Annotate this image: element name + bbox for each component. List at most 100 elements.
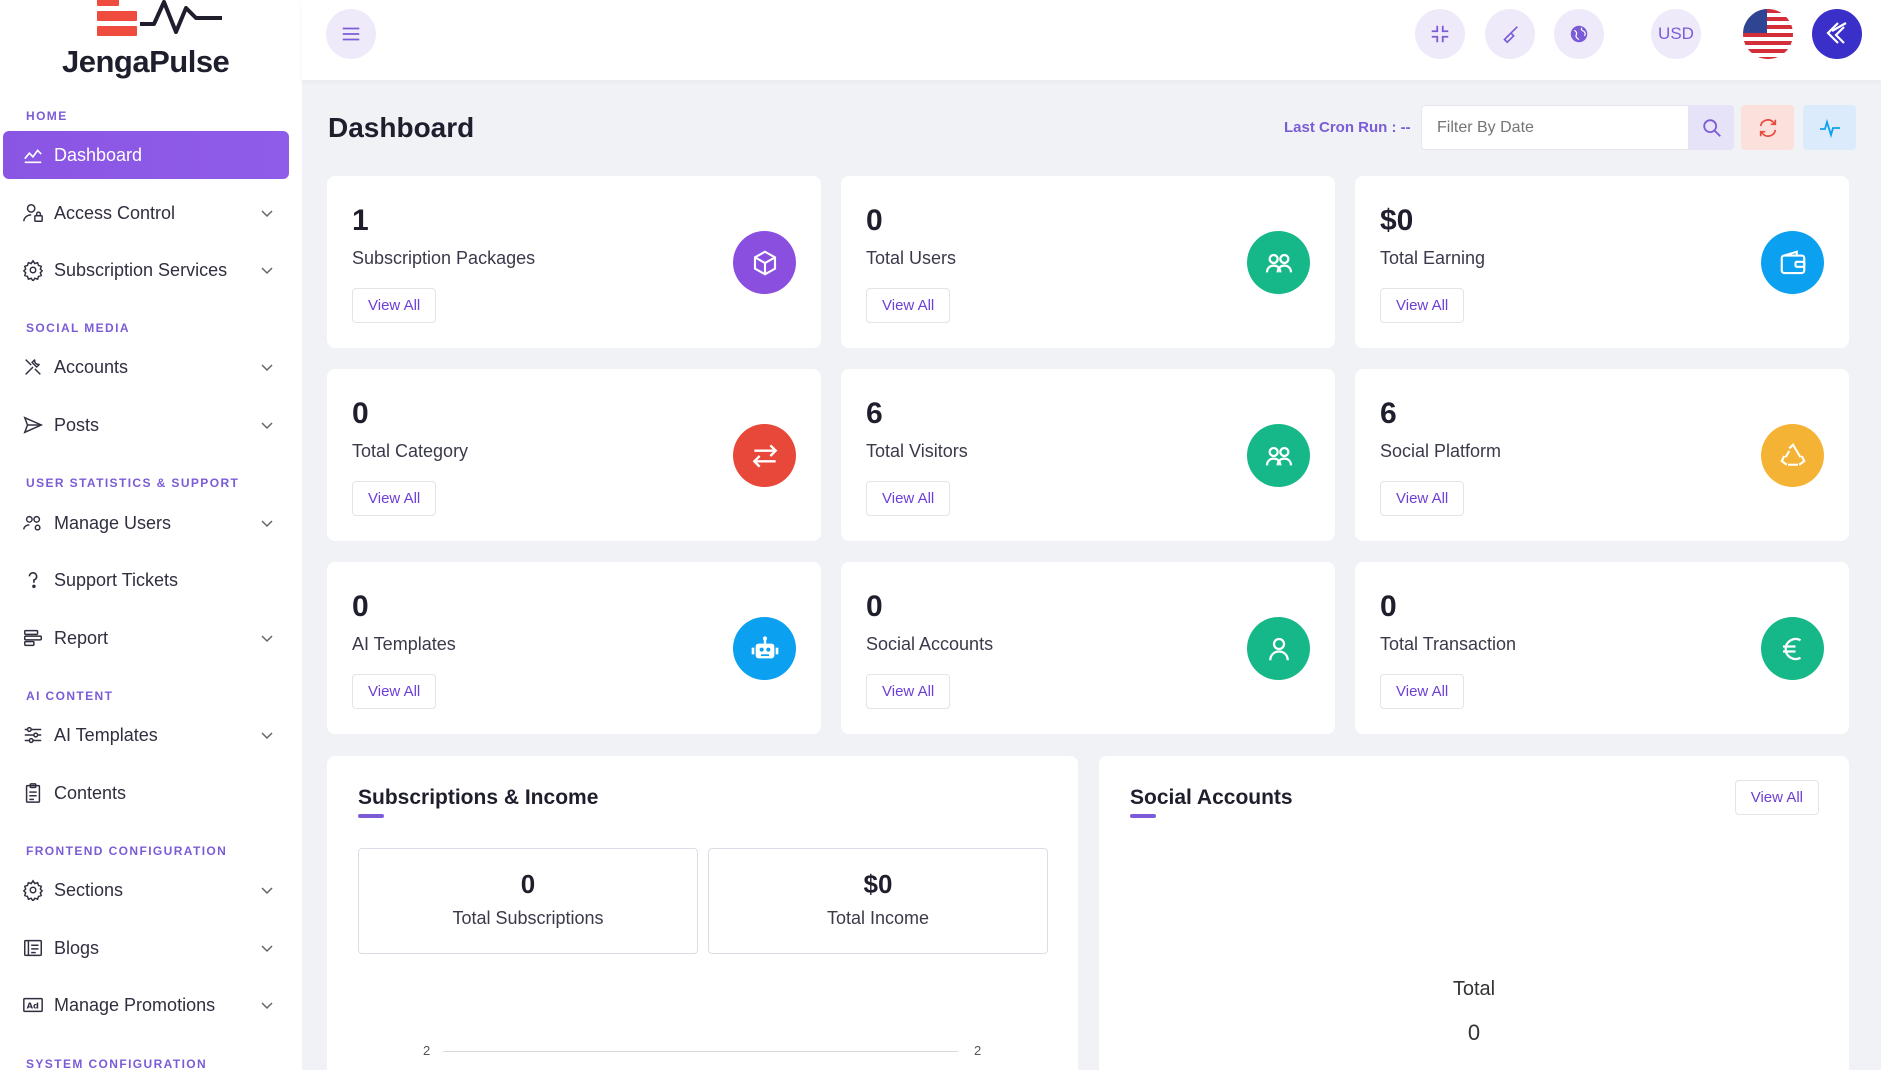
stat-badge: [733, 231, 796, 294]
sidebar-item-label: Contents: [54, 782, 127, 803]
view-all-button[interactable]: View All: [866, 481, 951, 516]
sidebar-item-label: Manage Promotions: [54, 994, 216, 1015]
wallet-icon: [1780, 249, 1805, 274]
chevron-down-icon: [261, 945, 273, 953]
collapse-screen-button[interactable]: [1415, 9, 1465, 59]
search-icon: [1702, 118, 1721, 137]
ad-icon: Ad: [20, 992, 46, 1018]
stat-label: Total Users: [866, 248, 957, 268]
chevron-down-icon: [261, 887, 273, 895]
stat-badge: [1247, 617, 1310, 680]
stat-card-total-visitors: 6 Total Visitors View All: [841, 369, 1335, 541]
title-underline: [358, 814, 384, 818]
total-income-value: $0: [863, 869, 893, 899]
users-gear-icon: [20, 510, 46, 536]
view-all-button[interactable]: View All: [1734, 780, 1819, 815]
stat-value: 0: [352, 590, 369, 623]
user-avatar[interactable]: [1812, 9, 1862, 59]
sidebar-item-ai-templates[interactable]: AI Templates: [3, 711, 289, 759]
sidebar-item-support-tickets[interactable]: Support Tickets: [3, 556, 289, 604]
sidebar-item-accounts[interactable]: Accounts: [3, 343, 289, 391]
sidebar-item-label: Accounts: [54, 356, 129, 377]
sidebar-item-label: Support Tickets: [54, 569, 179, 590]
view-all-button[interactable]: View All: [352, 481, 437, 516]
view-all-button[interactable]: View All: [866, 674, 951, 709]
stat-value: 6: [1380, 397, 1397, 430]
currency-label: USD: [1658, 24, 1694, 43]
clipboard-icon: [20, 780, 46, 806]
sidebar-item-manage-users[interactable]: Manage Users: [3, 499, 289, 547]
chevron-down-icon: [261, 732, 273, 740]
view-all-button[interactable]: View All: [1380, 674, 1465, 709]
sidebar-item-dashboard[interactable]: Dashboard: [3, 131, 289, 179]
view-all-button[interactable]: View All: [866, 288, 951, 323]
topbar: USD: [302, 0, 1881, 80]
hamburger-icon: [342, 27, 360, 41]
sidebar-item-label: Manage Users: [54, 512, 172, 533]
brand-name: JengaPulse: [62, 44, 230, 79]
stat-value: 0: [1380, 590, 1397, 623]
stat-badge: [1761, 617, 1824, 680]
stat-label: Total Visitors: [866, 441, 968, 461]
section-label-social-media: SOCIAL MEDIA: [26, 321, 130, 335]
sidebar-item-sections[interactable]: Sections: [3, 866, 289, 914]
stat-card-ai-templates: 0 AI Templates View All: [327, 562, 821, 734]
sidebar-item-blogs[interactable]: Blogs: [3, 924, 289, 972]
chevron-down-icon: [261, 520, 273, 528]
gear-icon: [20, 257, 46, 283]
sidebar-item-manage-promotions[interactable]: Ad Manage Promotions: [3, 981, 289, 1029]
section-label-frontend-configuration: FRONTEND CONFIGURATION: [26, 844, 228, 858]
date-filter-input[interactable]: [1421, 105, 1689, 150]
sidebar-item-subscription-services[interactable]: Subscription Services: [3, 246, 289, 294]
sidebar: JengaPulse HOME Dashboard Access Control…: [0, 0, 302, 1070]
panel-title: Subscriptions & Income: [358, 786, 599, 809]
refresh-button[interactable]: [1741, 105, 1794, 150]
sidebar-item-label: AI Templates: [54, 724, 158, 745]
tools-icon: [20, 354, 46, 380]
users-icon: [1265, 446, 1292, 465]
newspaper-icon: [20, 935, 46, 961]
pulse-icon: [140, 0, 222, 34]
sidebar-item-posts[interactable]: Posts: [3, 401, 289, 449]
stat-badge: [1761, 231, 1824, 294]
stat-value: 0: [866, 590, 883, 623]
stat-card-total-earning: $0 Total Earning View All: [1355, 176, 1849, 348]
sidebar-item-contents[interactable]: Contents: [3, 769, 289, 817]
stat-badge: [733, 424, 796, 487]
sidebar-item-label: Subscription Services: [54, 259, 228, 280]
menu-toggle-button[interactable]: [326, 9, 376, 59]
view-all-button[interactable]: View All: [352, 674, 437, 709]
chevron-down-icon: [261, 210, 273, 218]
cube-icon: [753, 250, 776, 275]
sidebar-item-access-control[interactable]: Access Control: [3, 189, 289, 237]
stat-card-total-transaction: 0 Total Transaction View All: [1355, 562, 1849, 734]
section-label-system-configuration: SYSTEM CONFIGURATION: [26, 1057, 208, 1070]
total-subscriptions-value: 0: [520, 869, 536, 899]
stat-card-social-accounts: 0 Social Accounts View All: [841, 562, 1335, 734]
view-all-button[interactable]: View All: [1380, 288, 1465, 323]
view-all-button[interactable]: View All: [1380, 481, 1465, 516]
us-flag-avatar[interactable]: [1743, 9, 1793, 59]
cron-pulse-button[interactable]: [1803, 105, 1856, 150]
language-button[interactable]: [1554, 9, 1604, 59]
report-icon: [20, 625, 46, 651]
user-icon: [1268, 637, 1289, 660]
stat-value: 0: [866, 204, 883, 237]
chevron-down-icon: [261, 1002, 273, 1010]
stat-label: Social Accounts: [866, 634, 994, 654]
total-income-box: $0 Total Income: [708, 848, 1048, 954]
subscriptions-income-panel: Subscriptions & Income 0 Total Subscript…: [327, 756, 1078, 1070]
social-total-value: 0: [1467, 1020, 1481, 1045]
stat-label: Total Category: [352, 441, 469, 461]
clear-cache-button[interactable]: [1485, 9, 1535, 59]
total-subscriptions-box: 0 Total Subscriptions: [358, 848, 698, 954]
stat-card-subscription-packages: 1 Subscription Packages View All: [327, 176, 821, 348]
sidebar-item-report[interactable]: Report: [3, 614, 289, 662]
currency-button[interactable]: USD: [1651, 9, 1701, 59]
view-all-button[interactable]: View All: [352, 288, 437, 323]
stat-badge: [733, 617, 796, 680]
arrows-exchange-icon: [752, 443, 777, 468]
sidebar-item-label: Posts: [54, 414, 100, 435]
search-button[interactable]: [1689, 105, 1734, 150]
brand-logo[interactable]: JengaPulse: [62, 0, 242, 82]
